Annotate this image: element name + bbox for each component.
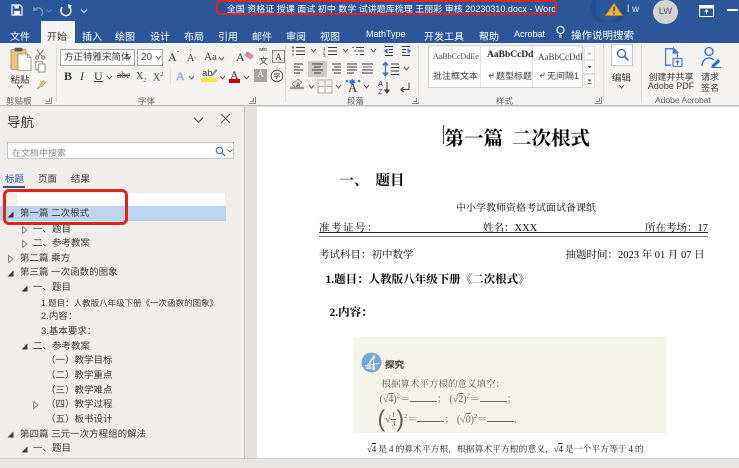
svg-text:A: A: [296, 83, 300, 89]
svg-text:Z: Z: [378, 87, 383, 96]
svg-text:3: 3: [323, 53, 326, 58]
svg-text:字: 字: [274, 72, 281, 82]
